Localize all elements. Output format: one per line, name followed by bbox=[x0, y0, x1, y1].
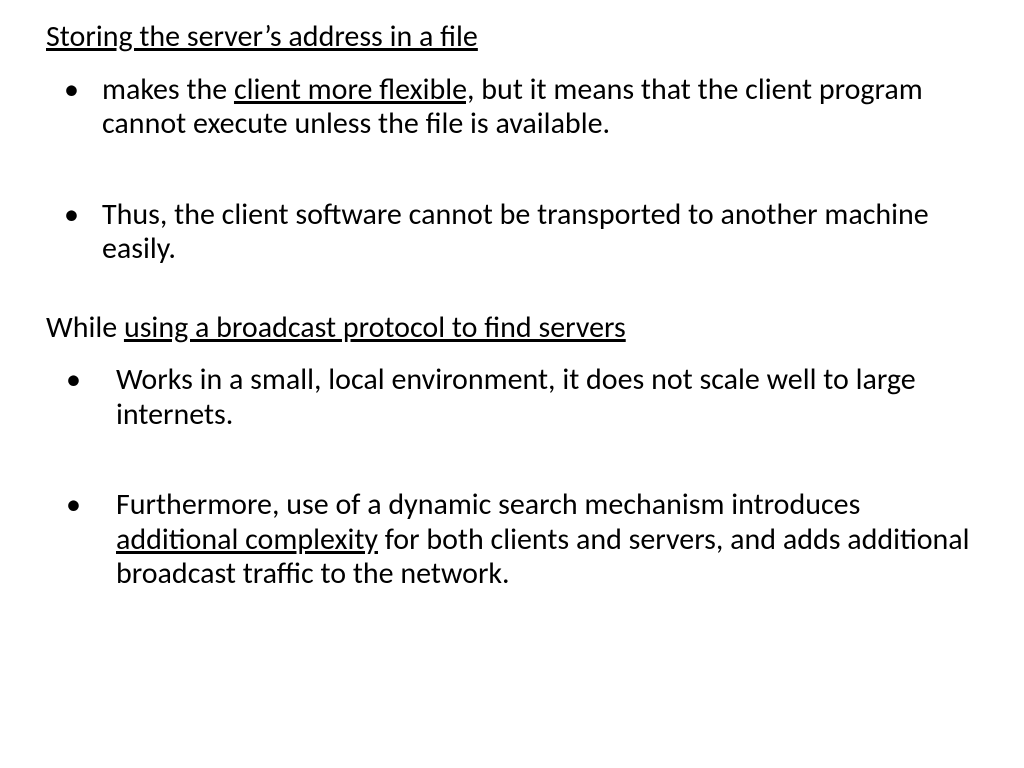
list-item: Works in a small, local environment, it … bbox=[46, 363, 978, 432]
text: Works in a small, local environment, it … bbox=[116, 361, 916, 433]
section1-heading: Storing the server’s address in a file bbox=[46, 20, 978, 55]
underlined-text: additional complexity bbox=[116, 521, 378, 558]
section2-heading: While using a broadcast protocol to find… bbox=[46, 311, 978, 346]
slide: Storing the server’s address in a file m… bbox=[0, 0, 1024, 612]
section2-list: Works in a small, local environment, it … bbox=[46, 363, 978, 592]
list-item: Furthermore, use of a dynamic search mec… bbox=[46, 488, 978, 592]
list-item: makes the client more flexible, but it m… bbox=[46, 73, 978, 142]
text: Thus, the client software cannot be tran… bbox=[102, 196, 929, 268]
list-item: Thus, the client software cannot be tran… bbox=[46, 198, 978, 267]
text: Furthermore, use of a dynamic search mec… bbox=[116, 486, 860, 523]
underlined-text: using a broadcast protocol to find serve… bbox=[124, 309, 626, 346]
text: While bbox=[46, 309, 124, 346]
text: makes the bbox=[102, 71, 234, 108]
section1-list: makes the client more flexible, but it m… bbox=[46, 73, 978, 267]
underlined-text: client more flexible, bbox=[234, 71, 475, 108]
